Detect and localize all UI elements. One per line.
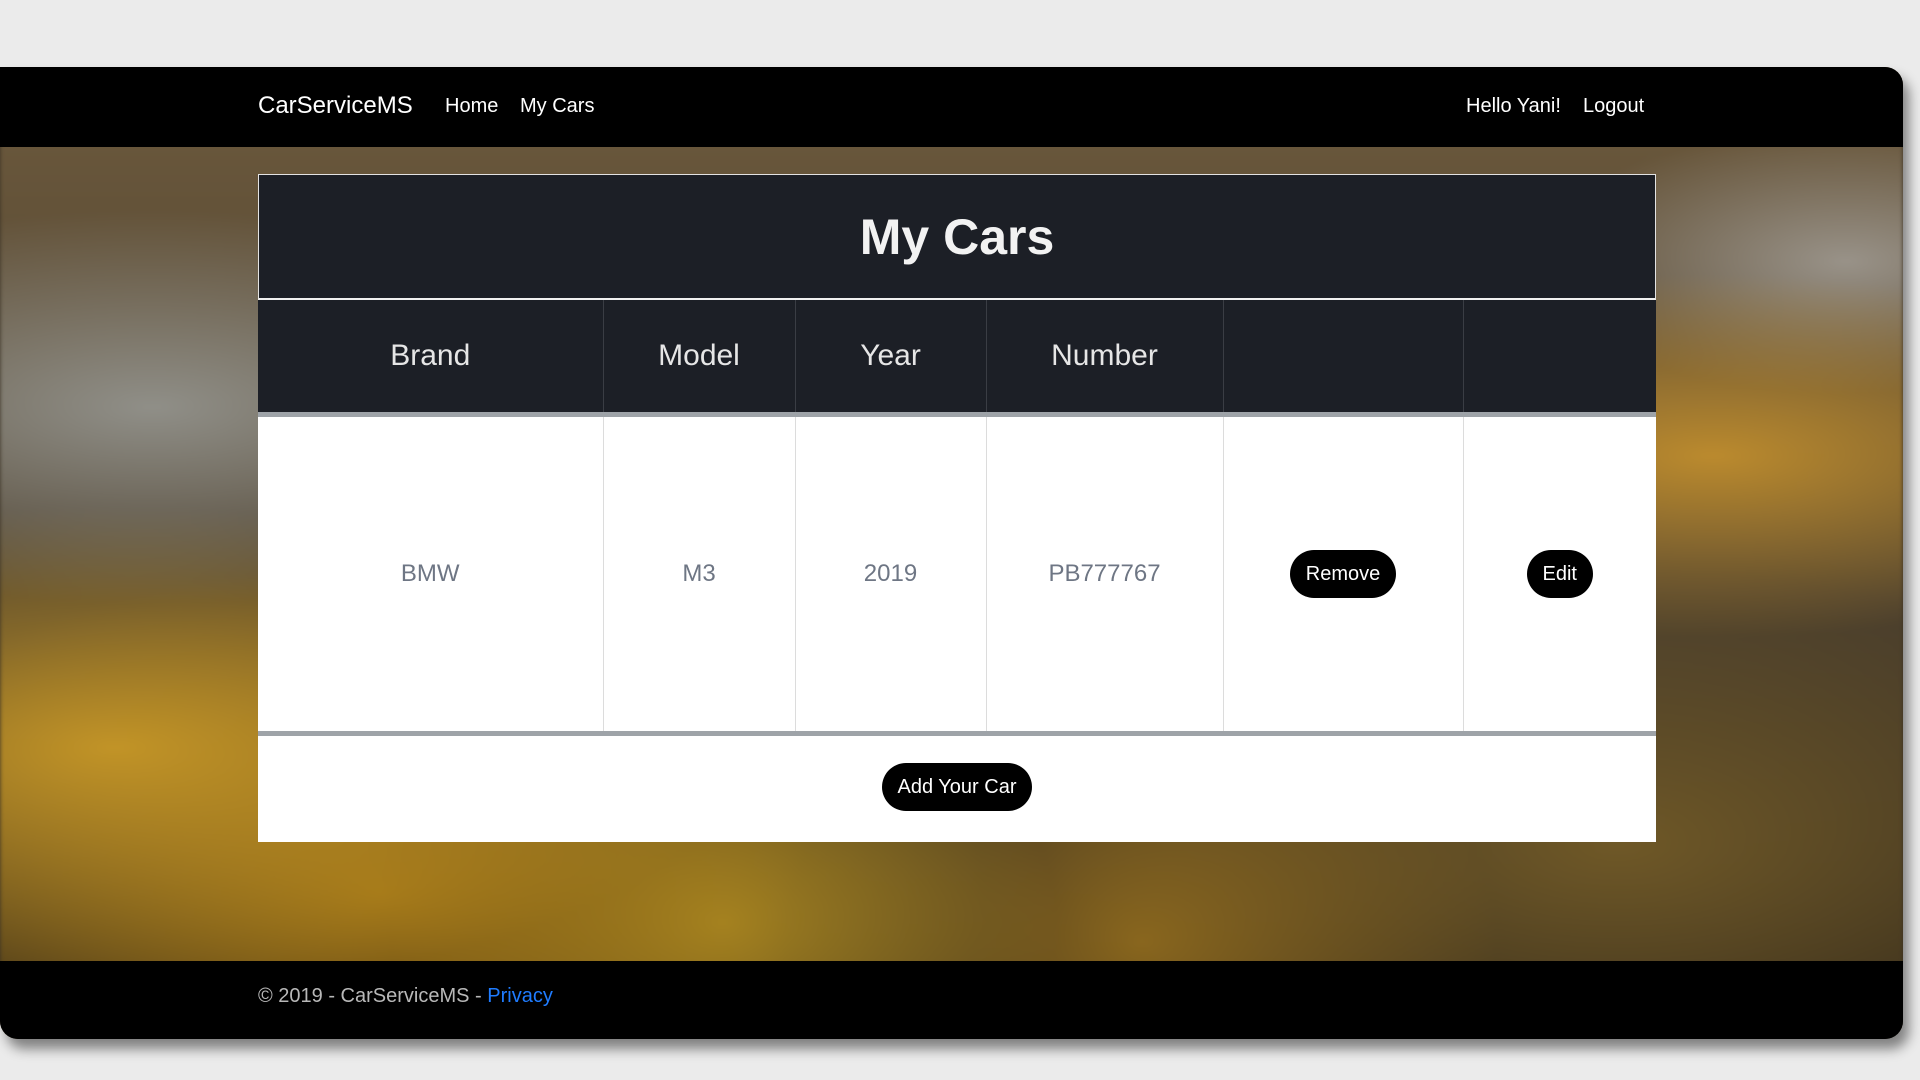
remove-button[interactable]: Remove: [1289, 550, 1397, 598]
add-car-button[interactable]: Add Your Car: [881, 763, 1033, 811]
navbar: CarServiceMS Home My Cars Hello Yani! Lo…: [0, 67, 1903, 147]
copyright-text: © 2019 - CarServiceMS -: [258, 985, 488, 1007]
cell-edit: Edit: [1463, 414, 1656, 736]
column-header-year: Year: [795, 300, 987, 417]
cars-table: Brand Model Year Number BMW M3 2019 PB77…: [258, 300, 1656, 736]
nav-home-link[interactable]: Home: [445, 95, 498, 118]
column-header-number: Number: [986, 300, 1224, 417]
card-footer: Add Your Car: [258, 736, 1656, 842]
table-header-row: Brand Model Year Number: [258, 300, 1656, 417]
edit-button[interactable]: Edit: [1526, 550, 1593, 598]
column-header-brand: Brand: [258, 300, 604, 417]
user-greeting-link[interactable]: Hello Yani!: [1466, 95, 1561, 118]
cell-model: M3: [603, 414, 796, 736]
my-cars-card: My Cars Brand Model Year Number BMW M3 2…: [258, 174, 1656, 842]
nav-my-cars-link[interactable]: My Cars: [520, 95, 594, 118]
column-header-edit: [1463, 300, 1656, 417]
brand-logo[interactable]: CarServiceMS: [258, 92, 413, 120]
cell-year: 2019: [795, 414, 987, 736]
footer-text: © 2019 - CarServiceMS - Privacy: [258, 985, 553, 1008]
cell-number: PB777767: [986, 414, 1224, 736]
table-row: BMW M3 2019 PB777767 Remove Edit: [258, 414, 1656, 736]
cell-remove: Remove: [1223, 414, 1464, 736]
cell-brand: BMW: [258, 414, 604, 736]
app-window: CarServiceMS Home My Cars Hello Yani! Lo…: [0, 67, 1903, 1039]
column-header-remove: [1223, 300, 1464, 417]
page-footer: © 2019 - CarServiceMS - Privacy: [0, 961, 1903, 1039]
privacy-link[interactable]: Privacy: [487, 985, 553, 1007]
logout-link[interactable]: Logout: [1583, 95, 1644, 118]
column-header-model: Model: [603, 300, 796, 417]
page-title: My Cars: [258, 174, 1656, 300]
